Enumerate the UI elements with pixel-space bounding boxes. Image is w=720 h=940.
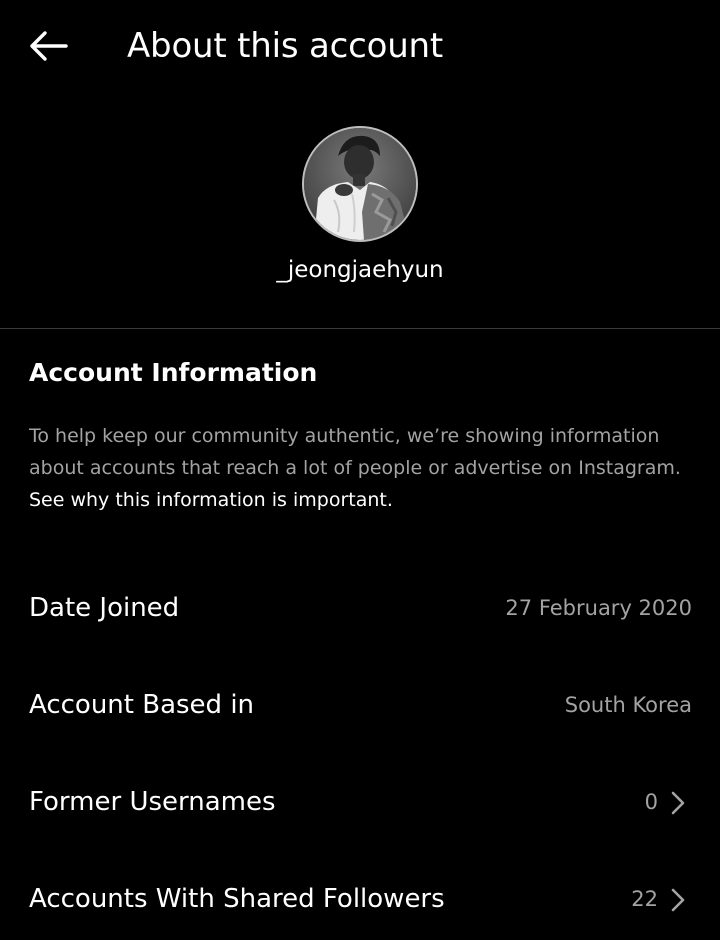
row-label: Date Joined xyxy=(29,593,180,623)
why-important-link[interactable]: See why this information is important. xyxy=(29,489,393,511)
row-date-joined: Date Joined 27 February 2020 xyxy=(0,578,720,638)
row-account-based-in: Account Based in South Korea xyxy=(0,675,720,735)
divider xyxy=(0,328,720,329)
row-label: Former Usernames xyxy=(29,787,276,817)
row-value: 27 February 2020 xyxy=(505,596,692,620)
section-title-account-information: Account Information xyxy=(29,358,318,387)
description-text: To help keep our community authentic, we… xyxy=(29,425,681,479)
chevron-right-icon xyxy=(671,888,685,912)
row-value: 0 xyxy=(644,790,658,814)
top-bar: About this account xyxy=(0,0,720,92)
chevron-right-icon xyxy=(671,791,685,815)
back-button[interactable] xyxy=(22,24,74,68)
arrow-left-icon xyxy=(30,31,68,61)
row-label: Accounts With Shared Followers xyxy=(29,884,445,914)
account-information-description: To help keep our community authentic, we… xyxy=(29,420,709,516)
row-value: 22 xyxy=(631,887,658,911)
username: _jeongjaehyun xyxy=(276,257,444,283)
profile-photo xyxy=(304,128,416,240)
avatar[interactable] xyxy=(302,126,418,242)
row-accounts-with-shared-followers[interactable]: Accounts With Shared Followers 22 xyxy=(0,869,720,929)
page-title: About this account xyxy=(127,26,444,66)
row-value: South Korea xyxy=(564,693,692,717)
row-former-usernames[interactable]: Former Usernames 0 xyxy=(0,772,720,832)
row-label: Account Based in xyxy=(29,690,255,720)
